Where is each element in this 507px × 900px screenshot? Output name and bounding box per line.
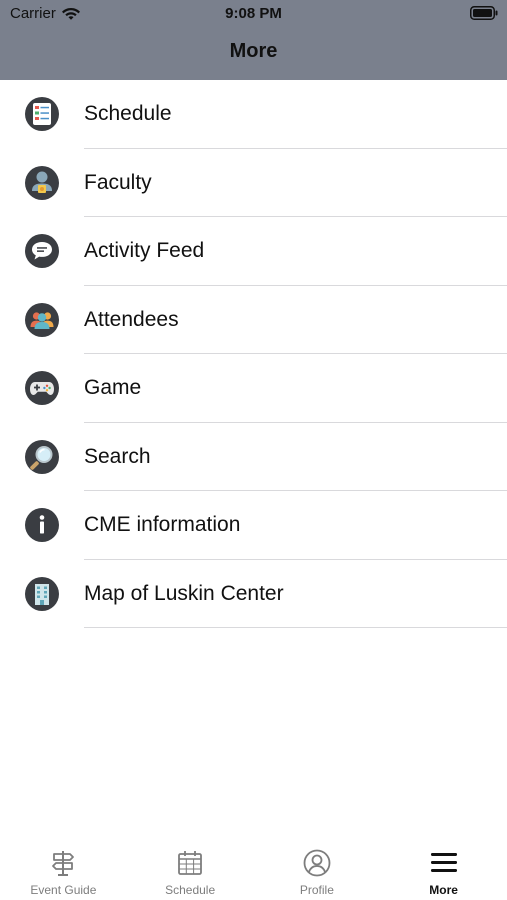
tab-label: More xyxy=(429,883,458,897)
signpost-icon xyxy=(52,851,75,876)
battery-icon xyxy=(470,6,498,20)
tab-profile[interactable]: Profile xyxy=(254,838,381,900)
tab-label: Event Guide xyxy=(30,883,97,897)
menu-item-cme-information[interactable]: CME information xyxy=(0,491,507,560)
menu-item-label: Search xyxy=(84,444,151,468)
info-icon xyxy=(25,508,59,543)
menu-item-game[interactable]: Game xyxy=(0,354,507,423)
faculty-icon xyxy=(25,165,59,200)
tab-label: Profile xyxy=(299,883,334,897)
menu-item-label: Faculty xyxy=(84,170,152,194)
menu-item-schedule[interactable]: Schedule xyxy=(0,80,507,149)
menu-item-label: Attendees xyxy=(84,307,179,331)
profile-icon xyxy=(303,849,331,877)
chat-bubble-icon xyxy=(25,234,59,269)
gamepad-icon xyxy=(25,371,59,406)
navigation-header: Carrier 9:08 PM More xyxy=(0,0,507,80)
menu-item-attendees[interactable]: Attendees xyxy=(0,286,507,355)
menu-item-label: Map of Luskin Center xyxy=(84,581,284,605)
tab-event-guide[interactable]: Event Guide xyxy=(0,838,127,900)
menu-item-search[interactable]: Search xyxy=(0,423,507,492)
calendar-icon xyxy=(178,851,203,875)
menu-item-label: CME information xyxy=(84,513,241,537)
magnifier-icon xyxy=(25,439,59,474)
tab-label: Schedule xyxy=(165,883,216,897)
status-bar: Carrier 9:08 PM xyxy=(0,0,507,28)
menu-item-faculty[interactable]: Faculty xyxy=(0,149,507,218)
menu-item-label: Game xyxy=(84,376,142,400)
schedule-icon xyxy=(25,97,59,132)
menu-item-map[interactable]: Map of Luskin Center xyxy=(0,560,507,629)
tab-bar: Event Guide Schedule Profile More xyxy=(0,838,507,900)
menu-item-label: Activity Feed xyxy=(84,239,205,263)
more-menu-list: Schedule Faculty Activity Feed Attendees… xyxy=(0,80,507,628)
menu-item-activity-feed[interactable]: Activity Feed xyxy=(0,217,507,286)
page-title: More xyxy=(229,40,278,62)
tab-schedule[interactable]: Schedule xyxy=(127,838,254,900)
status-time: 9:08 PM xyxy=(225,5,282,22)
hamburger-icon xyxy=(430,853,457,872)
building-icon xyxy=(25,576,59,611)
attendees-icon xyxy=(25,302,59,337)
tab-more[interactable]: More xyxy=(380,838,507,900)
menu-item-label: Schedule xyxy=(84,102,172,126)
